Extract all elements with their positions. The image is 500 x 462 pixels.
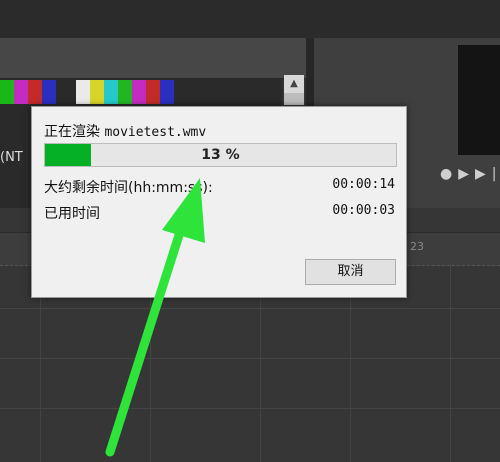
timeline-tick-label: 23 bbox=[410, 240, 424, 253]
scrollbar-track[interactable] bbox=[284, 93, 304, 105]
render-progress-bar: 13 % bbox=[44, 143, 397, 167]
program-preview bbox=[458, 45, 500, 155]
elapsed-time-value: 00:00:03 bbox=[332, 203, 395, 218]
scroll-up-button[interactable]: ▲ bbox=[284, 75, 304, 93]
elapsed-time-label: 已用时间 bbox=[44, 206, 100, 222]
grid-line bbox=[0, 408, 500, 409]
color-bars-clip-1 bbox=[0, 80, 70, 104]
play-icon[interactable]: ▶ bbox=[458, 166, 475, 182]
grid-line bbox=[0, 358, 500, 359]
remaining-time-label: 大约剩余时间(hh:mm:ss): bbox=[44, 180, 213, 196]
grid-line bbox=[0, 308, 500, 309]
progress-percent-label: 13 % bbox=[201, 147, 240, 163]
record-icon[interactable]: ● bbox=[440, 166, 458, 182]
remaining-time-value: 00:00:14 bbox=[332, 177, 395, 192]
source-panel-header bbox=[0, 38, 306, 79]
step-forward-icon[interactable]: ▶| bbox=[475, 166, 500, 182]
color-bars-clip-2 bbox=[76, 80, 174, 104]
grid-line bbox=[450, 264, 451, 462]
app-top-bar bbox=[0, 0, 500, 38]
dialog-title: 正在渲染 movietest.wmv bbox=[44, 121, 206, 141]
clip-format-label: (NT bbox=[0, 150, 23, 165]
render-filename: movietest.wmv bbox=[104, 125, 207, 140]
cancel-button[interactable]: 取消 bbox=[305, 259, 396, 285]
transport-controls: ●▶▶| bbox=[440, 166, 500, 186]
render-progress-dialog: 正在渲染 movietest.wmv 13 % 大约剩余时间(hh:mm:ss)… bbox=[31, 106, 407, 298]
render-status-label: 正在渲染 bbox=[44, 124, 100, 140]
